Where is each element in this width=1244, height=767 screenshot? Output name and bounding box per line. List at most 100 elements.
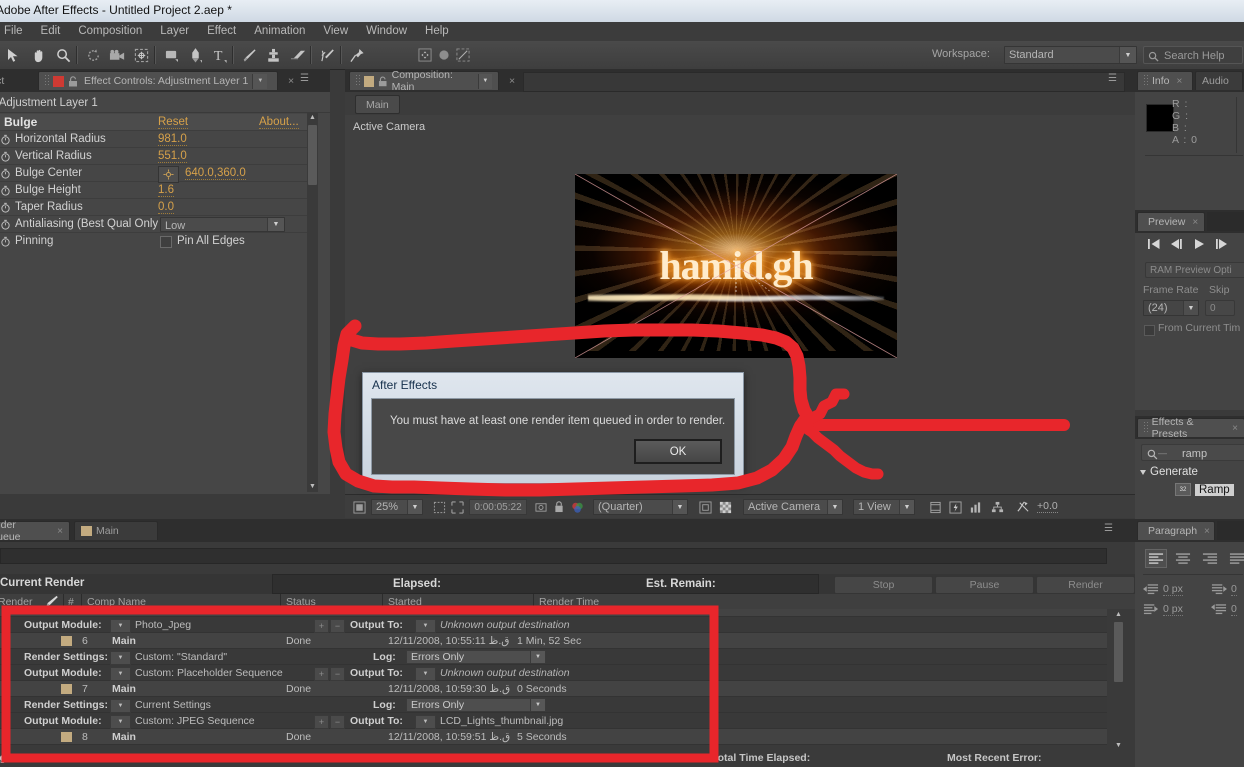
timeline-icon[interactable]: [967, 499, 983, 515]
output-to-value[interactable]: Unknown output destination: [440, 619, 570, 631]
panel-menu-icon[interactable]: ☰: [300, 73, 309, 84]
chevron-down-icon[interactable]: ▼: [252, 73, 268, 89]
close-icon[interactable]: ×: [1204, 526, 1210, 537]
chevron-down-icon[interactable]: ▼: [415, 667, 436, 681]
menu-item-window[interactable]: Window: [357, 22, 416, 40]
column-started[interactable]: Started: [388, 596, 422, 608]
rotation-tool-icon[interactable]: [82, 44, 105, 66]
skip-input[interactable]: 0: [1205, 300, 1235, 316]
grid-guides-icon[interactable]: [431, 499, 447, 515]
frame-rate-select[interactable]: (24) ▼: [1143, 300, 1199, 316]
column-render[interactable]: Render: [0, 596, 32, 608]
indent-right-value[interactable]: 0: [1231, 583, 1237, 596]
tab-effect-controls[interactable]: Effect Controls: Adjustment Layer 1 ▼: [38, 71, 278, 90]
column-separator[interactable]: [63, 594, 64, 609]
first-frame-button[interactable]: [1147, 238, 1161, 253]
render-queue-scrollbar[interactable]: ▲ ▼: [1113, 609, 1124, 751]
chevron-down-icon[interactable]: ▼: [110, 699, 131, 713]
tab-paragraph[interactable]: Paragraph ×: [1137, 521, 1215, 540]
log-select[interactable]: Errors Only ▼: [406, 698, 546, 712]
stopwatch-icon[interactable]: [0, 151, 11, 162]
log-select[interactable]: Errors Only ▼: [406, 650, 546, 664]
column-separator[interactable]: [382, 594, 383, 609]
tab-effects-presets[interactable]: Effects & Presets ×: [1137, 416, 1244, 440]
menu-item-layer[interactable]: Layer: [151, 22, 198, 40]
scrollbar-thumb[interactable]: [1114, 622, 1123, 682]
close-icon[interactable]: ×: [1232, 423, 1238, 434]
effects-item-ramp[interactable]: 32 Ramp: [1175, 483, 1234, 496]
remove-output-module-button[interactable]: −: [330, 667, 345, 681]
column-separator[interactable]: [533, 594, 534, 609]
table-row[interactable]: Render Settings: ▼ Custom: "Standard" Lo…: [0, 649, 1107, 665]
hand-tool-icon[interactable]: [28, 44, 51, 66]
chevron-down-icon[interactable]: ▼: [110, 667, 131, 681]
output-to-value[interactable]: LCD_Lights_thumbnail.jpg: [440, 715, 563, 727]
tab-composition-main[interactable]: Composition: Main ▼: [349, 69, 499, 93]
add-output-module-button[interactable]: +: [314, 715, 329, 729]
menu-item-file[interactable]: File: [0, 22, 32, 40]
tab-preview[interactable]: Preview ×: [1137, 212, 1205, 231]
timecode-display[interactable]: 0:00:05:22: [469, 499, 527, 515]
fast-previews-icon[interactable]: [947, 499, 963, 515]
workspace-select[interactable]: Standard ▼: [1004, 46, 1137, 64]
roto-brush-tool-icon[interactable]: [316, 44, 339, 66]
scroll-down-icon[interactable]: ▼: [1113, 740, 1124, 751]
space-before-value[interactable]: 0: [1231, 603, 1237, 616]
render-button[interactable]: Render: [1036, 576, 1135, 594]
resolution-select[interactable]: (Quarter) ▼: [593, 499, 688, 515]
stop-button[interactable]: Stop: [834, 576, 933, 594]
camera-select[interactable]: Active Camera ▼: [743, 499, 843, 515]
stopwatch-icon[interactable]: [0, 168, 11, 179]
panel-menu-icon[interactable]: ☰: [1104, 523, 1113, 534]
output-to-value[interactable]: Unknown output destination: [440, 667, 570, 679]
scroll-down-icon[interactable]: ▼: [307, 481, 318, 492]
stopwatch-icon[interactable]: [0, 219, 11, 230]
panel-menu-icon[interactable]: ☰: [1108, 73, 1117, 84]
table-row[interactable]: [0, 609, 1107, 617]
scrollbar-thumb[interactable]: [308, 125, 317, 185]
selection-tool-icon[interactable]: [2, 44, 25, 66]
pause-button[interactable]: Pause: [935, 576, 1034, 594]
pin-all-edges-checkbox[interactable]: [160, 236, 172, 248]
region-of-interest-icon[interactable]: [449, 499, 465, 515]
menu-item-effect[interactable]: Effect: [198, 22, 245, 40]
table-row[interactable]: Output Module: ▼ Photo_Jpeg + − Output T…: [0, 617, 1107, 633]
effect-about-button[interactable]: About...: [259, 116, 299, 129]
table-row[interactable]: 6 Main Done 12/11/2008, 10:55:11 ق.ظ 1 M…: [0, 633, 1107, 649]
row-value[interactable]: Custom: "Standard": [135, 651, 227, 663]
close-icon[interactable]: ×: [1177, 76, 1183, 87]
chevron-down-icon[interactable]: ▼: [477, 73, 493, 89]
play-button[interactable]: [1193, 238, 1206, 253]
transparency-grid-icon[interactable]: [717, 499, 733, 515]
remove-output-module-button[interactable]: −: [330, 715, 345, 729]
column-comp-name[interactable]: Comp Name: [87, 596, 146, 608]
menu-item-edit[interactable]: Edit: [32, 22, 70, 40]
indent-left-value[interactable]: 0 px: [1163, 583, 1183, 596]
column-render-time[interactable]: Render Time: [539, 596, 599, 608]
tab-audio[interactable]: Audio: [1195, 71, 1243, 90]
tab-project[interactable]: ject: [0, 71, 30, 90]
add-output-module-button[interactable]: +: [314, 619, 329, 633]
row-value[interactable]: Current Settings: [135, 699, 211, 711]
stopwatch-icon[interactable]: [0, 134, 11, 145]
menu-item-help[interactable]: Help: [416, 22, 458, 40]
close-icon[interactable]: ×: [1192, 217, 1198, 228]
shape-tool-icon[interactable]: [160, 44, 183, 66]
comment-icon[interactable]: [44, 595, 59, 610]
clone-stamp-tool-icon[interactable]: [262, 44, 285, 66]
from-current-time-checkbox[interactable]: [1144, 325, 1155, 336]
chevron-down-icon[interactable]: ▼: [415, 715, 436, 729]
comp-flowchart-icon[interactable]: [989, 499, 1005, 515]
scroll-up-icon[interactable]: ▲: [1113, 609, 1124, 620]
subtab-main[interactable]: Main: [355, 95, 400, 114]
ram-preview-options-button[interactable]: RAM Preview Opti: [1145, 262, 1244, 278]
tab-main-comp[interactable]: Main: [74, 521, 158, 540]
add-output-module-button[interactable]: +: [314, 667, 329, 681]
chevron-down-icon[interactable]: ▼: [415, 619, 436, 633]
channels-icon[interactable]: [569, 499, 585, 515]
effects-group-generate[interactable]: Generate: [1140, 466, 1198, 478]
property-row-horizontal-radius[interactable]: Horizontal Radius 981.0: [0, 131, 312, 148]
stopwatch-icon[interactable]: [0, 185, 11, 196]
row-value[interactable]: Photo_Jpeg: [135, 619, 191, 631]
zoom-select[interactable]: 25% ▼: [371, 499, 423, 515]
